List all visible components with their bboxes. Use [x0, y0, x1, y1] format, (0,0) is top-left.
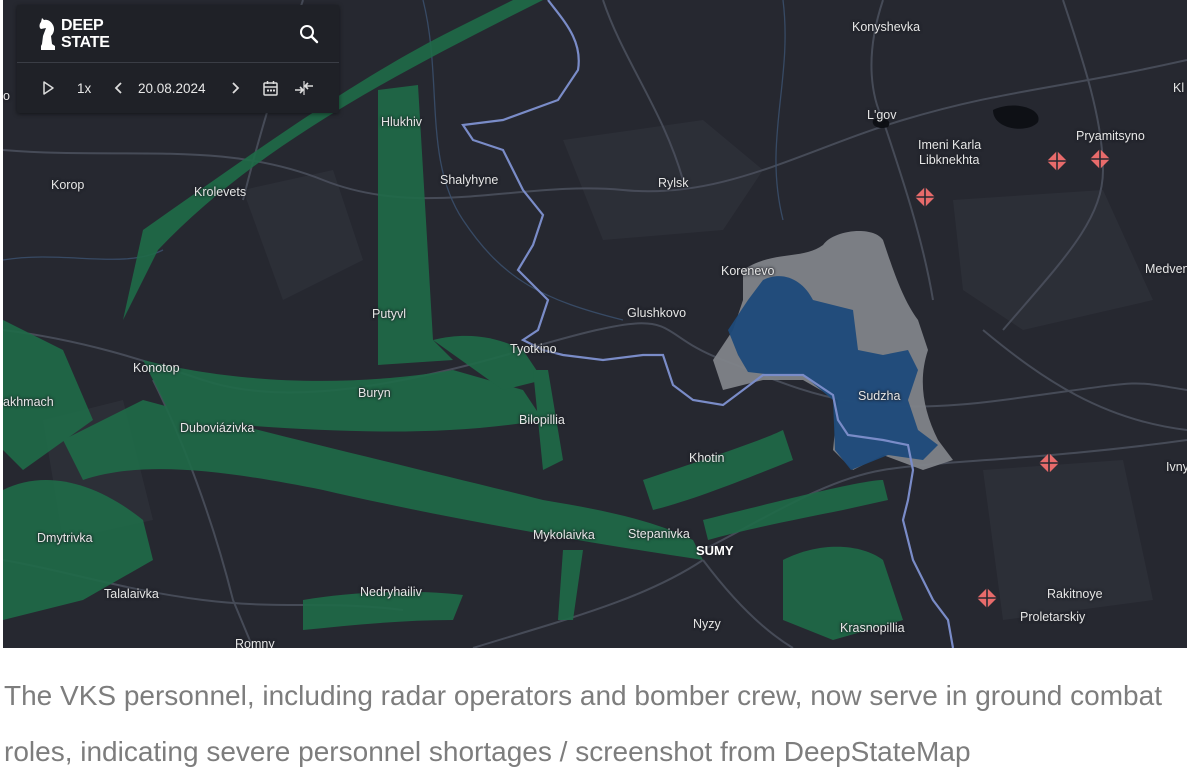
- label-dubovia: Duboviázivka: [180, 421, 255, 435]
- deepstate-logo[interactable]: DEEP STATE: [37, 14, 127, 54]
- label-khotin: Khotin: [689, 451, 725, 465]
- map-view[interactable]: Konyshevka L'gov Imeni Karla Libknekhta …: [3, 0, 1187, 648]
- label-sudzha: Sudzha: [858, 389, 901, 403]
- next-date-button[interactable]: [229, 76, 241, 100]
- label-talalaivka: Talalaivka: [104, 587, 159, 601]
- search-icon[interactable]: [298, 23, 320, 45]
- label-korenevo: Korenevo: [721, 264, 775, 278]
- label-shalyhyne: Shalyhyne: [440, 173, 499, 187]
- date-display[interactable]: 20.08.2024: [138, 76, 206, 100]
- speed-button[interactable]: 1x: [77, 76, 91, 100]
- chevron-right-icon: [232, 82, 240, 94]
- label-krasnopillia: Krasnopillia: [840, 621, 905, 635]
- label-nedryhailiv: Nedryhailiv: [360, 585, 422, 599]
- label-konyshevka: Konyshevka: [852, 20, 921, 34]
- label-glushkovo: Glushkovo: [627, 306, 687, 320]
- label-imeni-karla-2: Libknekhta: [919, 153, 980, 167]
- image-caption: The VKS personnel, including radar opera…: [4, 680, 1162, 767]
- logo-line2: STATE: [61, 34, 110, 51]
- label-edge-o: o: [3, 89, 10, 103]
- label-buryn: Buryn: [358, 386, 391, 400]
- play-button[interactable]: [41, 76, 55, 100]
- calendar-button[interactable]: [262, 76, 279, 100]
- calendar-icon: [263, 80, 278, 96]
- label-dmytrivka: Dmytrivka: [37, 531, 93, 545]
- label-lgov: L'gov: [867, 108, 897, 122]
- label-romny: Romny: [235, 637, 275, 648]
- logo-line1: DEEP: [61, 17, 104, 34]
- label-sumy: SUMY: [696, 543, 734, 558]
- strike-marker[interactable]: [1089, 148, 1111, 170]
- play-icon: [43, 81, 54, 95]
- label-korop: Korop: [51, 178, 85, 192]
- label-bakhmach: akhmach: [3, 395, 54, 409]
- label-proletarskiy: Proletarskiy: [1020, 610, 1086, 624]
- compare-icon: [295, 81, 313, 95]
- strike-marker[interactable]: [1046, 150, 1068, 172]
- strike-marker[interactable]: [914, 186, 936, 208]
- label-kl: Kl: [1173, 81, 1185, 95]
- panel-divider: [17, 62, 339, 63]
- knight-icon: [39, 18, 55, 50]
- label-konotop: Konotop: [133, 361, 180, 375]
- prev-date-button[interactable]: [113, 76, 125, 100]
- label-nyzy: Nyzy: [693, 617, 721, 631]
- label-putyvl: Putyvl: [372, 307, 407, 321]
- label-pryamitsyno: Pryamitsyno: [1076, 129, 1145, 143]
- control-panel: DEEP STATE 1x 20.08.2024: [17, 5, 339, 113]
- strike-marker[interactable]: [1038, 452, 1060, 474]
- label-rylsk: Rylsk: [658, 176, 689, 190]
- label-medven: Medven: [1145, 262, 1187, 276]
- label-rakitnoye: Rakitnoye: [1047, 587, 1103, 601]
- label-krolevets: Krolevets: [194, 185, 247, 199]
- label-mykolaivka: Mykolaivka: [533, 528, 595, 542]
- chevron-left-icon: [114, 82, 122, 94]
- label-ivny: Ivny: [1166, 460, 1187, 474]
- label-bilopillia: Bilopillia: [519, 413, 565, 427]
- label-hlukhiv: Hlukhiv: [381, 115, 422, 129]
- strike-marker[interactable]: [976, 587, 998, 609]
- label-tyotkino: Tyotkino: [510, 342, 557, 356]
- label-imeni-karla-1: Imeni Karla: [918, 138, 982, 152]
- label-stepanivka: Stepanivka: [628, 527, 690, 541]
- compare-button[interactable]: [293, 76, 315, 100]
